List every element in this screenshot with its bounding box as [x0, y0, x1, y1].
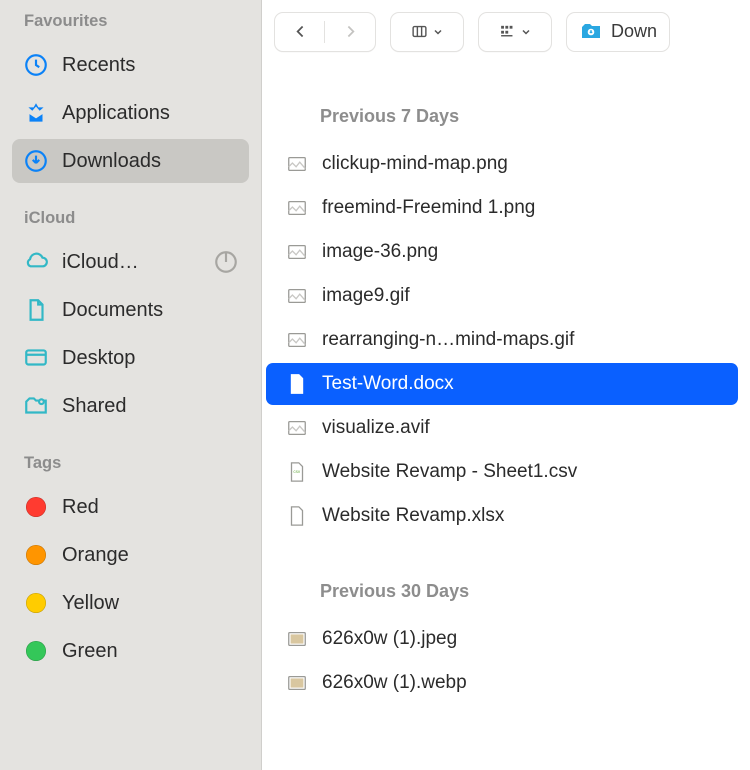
shared-icon — [22, 392, 50, 420]
file-row[interactable]: freemind-Freemind 1.png — [266, 187, 738, 229]
sidebar-item-shared[interactable]: Shared — [12, 384, 249, 428]
file-row[interactable]: visualize.avif — [266, 407, 738, 449]
file-name: 626x0w (1).jpeg — [322, 628, 457, 650]
svg-text:csv: csv — [293, 469, 301, 474]
sidebar-section-tags: Tags — [0, 432, 261, 481]
toolbar: Down — [262, 0, 750, 64]
image-file-icon — [284, 239, 310, 265]
file-name: image9.gif — [322, 285, 410, 307]
main-area: Down Previous 7 Days clickup-mind-map.pn… — [262, 0, 750, 770]
file-name: Website Revamp - Sheet1.csv — [322, 461, 577, 483]
sidebar-item-label: Red — [62, 496, 239, 519]
image-file-icon — [284, 327, 310, 353]
file-list: Previous 7 Days clickup-mind-map.png fre… — [262, 64, 750, 770]
folder-icon — [579, 20, 603, 44]
file-row[interactable]: csv Website Revamp - Sheet1.csv — [266, 451, 738, 493]
nav-segment — [274, 12, 376, 52]
cloud-icon — [22, 248, 50, 276]
xlsx-file-icon — [284, 503, 310, 529]
apps-icon — [22, 99, 50, 127]
file-name: Test-Word.docx — [322, 373, 454, 395]
file-name: 626x0w (1).webp — [322, 672, 467, 694]
csv-file-icon: csv — [284, 459, 310, 485]
file-name: visualize.avif — [322, 417, 430, 439]
image-file-icon — [284, 415, 310, 441]
sidebar-item-label: Desktop — [62, 347, 239, 370]
desktop-icon — [22, 344, 50, 372]
sidebar-item-documents[interactable]: Documents — [12, 288, 249, 332]
forward-button[interactable] — [325, 13, 375, 51]
file-row[interactable]: clickup-mind-map.png — [266, 143, 738, 185]
sidebar-item-label: Orange — [62, 544, 239, 567]
chevron-down-icon — [520, 26, 532, 38]
sidebar-item-label: Yellow — [62, 592, 239, 615]
image-file-icon — [284, 283, 310, 309]
sidebar-item-label: Recents — [62, 54, 239, 77]
sidebar-section-favourites: Favourites — [0, 6, 261, 39]
file-row[interactable]: 626x0w (1).webp — [266, 662, 738, 704]
sidebar: Favourites Recents Applications Download… — [0, 0, 262, 770]
sidebar-item-label: Green — [62, 640, 239, 663]
sidebar-item-tag-red[interactable]: Red — [12, 485, 249, 529]
file-row[interactable]: rearranging-n…mind-maps.gif — [266, 319, 738, 361]
sidebar-item-label: iCloud… — [62, 251, 201, 274]
clock-icon — [22, 51, 50, 79]
sidebar-item-tag-yellow[interactable]: Yellow — [12, 581, 249, 625]
path-label: Down — [611, 21, 657, 42]
sidebar-section-icloud: iCloud — [0, 187, 261, 236]
sidebar-item-applications[interactable]: Applications — [12, 91, 249, 135]
sidebar-item-label: Documents — [62, 299, 239, 322]
document-icon — [22, 296, 50, 324]
sidebar-item-downloads[interactable]: Downloads — [12, 139, 249, 183]
file-row[interactable]: 626x0w (1).jpeg — [266, 618, 738, 660]
group-header: Previous 30 Days — [262, 539, 750, 616]
sidebar-item-icloud-drive[interactable]: iCloud… — [12, 240, 249, 284]
file-name: clickup-mind-map.png — [322, 153, 508, 175]
tag-dot-icon — [22, 493, 50, 521]
image-file-icon — [284, 151, 310, 177]
path-control[interactable]: Down — [566, 12, 670, 52]
image-file-icon — [284, 195, 310, 221]
image-file-icon — [284, 670, 310, 696]
sidebar-item-label: Applications — [62, 102, 239, 125]
download-icon — [22, 147, 50, 175]
group-mode-button[interactable] — [478, 12, 552, 52]
file-name: image-36.png — [322, 241, 438, 263]
file-row[interactable]: image-36.png — [266, 231, 738, 273]
image-file-icon — [284, 626, 310, 652]
sidebar-item-label: Downloads — [62, 150, 239, 173]
chevron-down-icon — [432, 26, 444, 38]
sidebar-item-tag-orange[interactable]: Orange — [12, 533, 249, 577]
file-name: freemind-Freemind 1.png — [322, 197, 535, 219]
file-name: rearranging-n…mind-maps.gif — [322, 329, 574, 351]
sidebar-item-label: Shared — [62, 395, 239, 418]
tag-dot-icon — [22, 541, 50, 569]
file-row[interactable]: Test-Word.docx — [266, 363, 738, 405]
view-mode-button[interactable] — [390, 12, 464, 52]
progress-icon — [213, 249, 239, 275]
tag-dot-icon — [22, 589, 50, 617]
back-button[interactable] — [275, 13, 325, 51]
tag-dot-icon — [22, 637, 50, 665]
group-header: Previous 7 Days — [262, 64, 750, 141]
file-row[interactable]: Website Revamp.xlsx — [266, 495, 738, 537]
doc-file-icon — [284, 371, 310, 397]
sidebar-item-recents[interactable]: Recents — [12, 43, 249, 87]
file-row[interactable]: image9.gif — [266, 275, 738, 317]
file-name: Website Revamp.xlsx — [322, 505, 504, 527]
sidebar-item-tag-green[interactable]: Green — [12, 629, 249, 673]
sidebar-item-desktop[interactable]: Desktop — [12, 336, 249, 380]
